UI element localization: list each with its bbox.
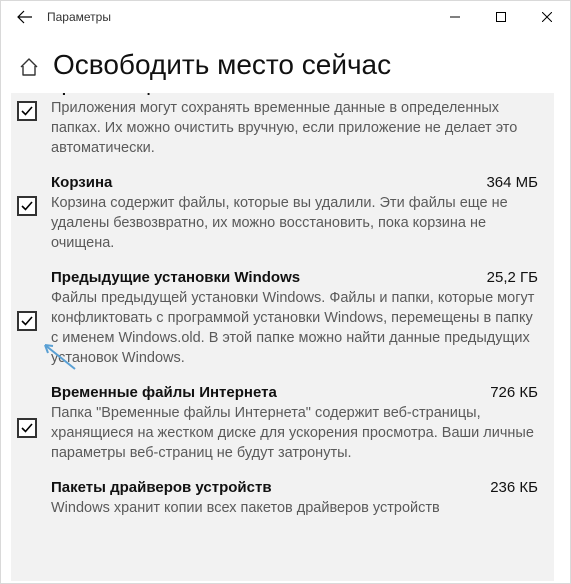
titlebar: Параметры [1, 1, 570, 33]
check-icon [20, 199, 34, 213]
item-head: Предыдущие установки Windows 25,2 ГБ [51, 269, 538, 286]
item-title: Пакеты драйверов устройств [51, 479, 272, 496]
item-size: 236 КБ [490, 479, 538, 496]
maximize-icon [496, 12, 506, 22]
storage-item: Корзина 364 МБ Корзина содержит файлы, к… [17, 168, 538, 263]
item-checkbox[interactable] [17, 101, 37, 121]
item-title: Предыдущие установки Windows [51, 269, 300, 286]
item-title: Временные файлы Интернета [51, 384, 277, 401]
items-scroll-area[interactable]: Временные файлы 200 КБ Приложения могут … [11, 93, 554, 581]
page-header: Освободить место сейчас [1, 33, 570, 93]
storage-item: Временные файлы Интернета 726 КБ Папка "… [17, 378, 538, 473]
back-button[interactable] [5, 1, 45, 33]
item-checkbox[interactable] [17, 311, 37, 331]
item-title: Корзина [51, 174, 112, 191]
check-icon [20, 421, 34, 435]
item-description: Файлы предыдущей установки Windows. Файл… [51, 288, 538, 368]
item-checkbox[interactable] [17, 418, 37, 438]
item-body: Корзина 364 МБ Корзина содержит файлы, к… [51, 174, 538, 253]
item-size: 726 КБ [490, 384, 538, 401]
close-button[interactable] [524, 1, 570, 33]
item-size: 364 МБ [486, 174, 538, 191]
check-icon [20, 104, 34, 118]
item-body: Предыдущие установки Windows 25,2 ГБ Фай… [51, 269, 538, 368]
settings-window: Параметры Освободить место сейчас [0, 0, 571, 584]
item-description: Приложения могут сохранять временные дан… [51, 98, 538, 158]
storage-item: Временные файлы 200 КБ Приложения могут … [17, 93, 538, 168]
home-icon [19, 57, 39, 77]
maximize-button[interactable] [478, 1, 524, 33]
item-size: 200 КБ [490, 93, 538, 96]
close-icon [542, 12, 552, 22]
minimize-button[interactable] [432, 1, 478, 33]
page-title: Освободить место сейчас [53, 49, 391, 81]
home-button[interactable] [19, 57, 39, 77]
storage-item: Пакеты драйверов устройств 236 КБ Window… [17, 473, 538, 528]
item-body: Пакеты драйверов устройств 236 КБ Window… [51, 479, 538, 518]
item-description: Windows хранит копии всех пакетов драйве… [51, 498, 538, 518]
storage-item: Предыдущие установки Windows 25,2 ГБ Фай… [17, 263, 538, 378]
app-name: Параметры [45, 10, 432, 24]
minimize-icon [450, 12, 460, 22]
storage-items-list: Временные файлы 200 КБ Приложения могут … [11, 93, 554, 534]
arrow-left-icon [17, 9, 33, 25]
item-body: Временные файлы Интернета 726 КБ Папка "… [51, 384, 538, 463]
item-description: Папка "Временные файлы Интернета" содерж… [51, 403, 538, 463]
item-description: Корзина содержит файлы, которые вы удали… [51, 193, 538, 253]
window-controls [432, 1, 570, 33]
item-head: Временные файлы 200 КБ [51, 93, 538, 96]
check-icon [20, 314, 34, 328]
item-body: Временные файлы 200 КБ Приложения могут … [51, 93, 538, 158]
vertical-scrollbar[interactable] [554, 93, 568, 581]
item-head: Пакеты драйверов устройств 236 КБ [51, 479, 538, 496]
item-head: Временные файлы Интернета 726 КБ [51, 384, 538, 401]
item-title: Временные файлы [51, 93, 195, 96]
item-head: Корзина 364 МБ [51, 174, 538, 191]
item-size: 25,2 ГБ [487, 269, 538, 286]
item-checkbox[interactable] [17, 196, 37, 216]
